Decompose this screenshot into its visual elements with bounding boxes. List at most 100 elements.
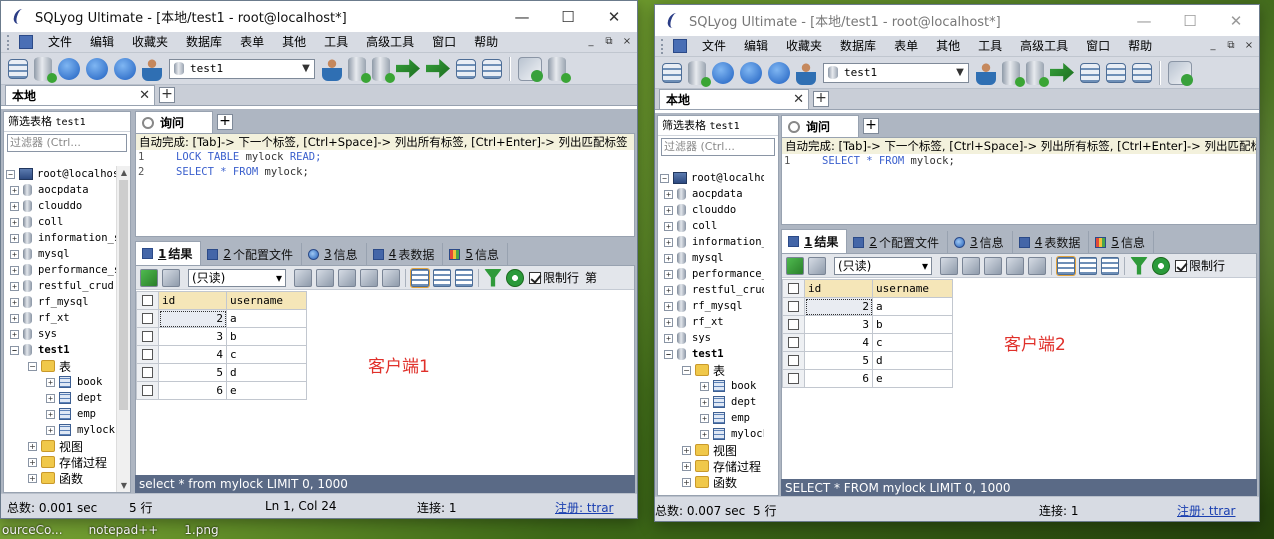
user-icon[interactable]	[322, 56, 342, 81]
expand-icon[interactable]: +	[28, 457, 37, 467]
tree-db[interactable]: + sys	[4, 326, 116, 342]
sql-editor[interactable]: 自动完成: [Tab]-> 下一个标签, [Ctrl+Space]-> 列出所有…	[135, 133, 635, 237]
schema-designer-icon[interactable]	[482, 58, 502, 79]
tree-table[interactable]: + emp	[4, 406, 116, 422]
table-row[interactable]: 4c	[782, 333, 953, 352]
duplicate-row-icon[interactable]	[940, 256, 958, 275]
tree-table[interactable]: + mylock	[4, 422, 116, 438]
row-select[interactable]	[782, 369, 805, 388]
expand-icon[interactable]: +	[664, 189, 673, 199]
tree-db-open[interactable]: − test1	[658, 346, 764, 362]
filter-input[interactable]: 过滤器 (Ctrl...	[661, 138, 775, 156]
tab-info[interactable]: 5 信息	[1089, 231, 1154, 253]
row-checkbox[interactable]	[142, 385, 153, 396]
connection-tab-local[interactable]: 本地 ✕	[5, 85, 155, 105]
expand-icon[interactable]: +	[10, 297, 19, 307]
expand-icon[interactable]: +	[10, 201, 19, 211]
title-bar[interactable]: SQLyog Ultimate - [本地/test1 - root@local…	[655, 5, 1259, 36]
cell-username[interactable]: e	[872, 369, 953, 388]
cell-username[interactable]: e	[226, 381, 307, 400]
collapse-icon[interactable]: −	[10, 345, 19, 355]
table-row[interactable]: 5d	[136, 363, 307, 382]
menu-help[interactable]: 帮助	[1119, 36, 1161, 57]
row-checkbox[interactable]	[788, 355, 799, 366]
expand-icon[interactable]: +	[46, 393, 55, 403]
query-builder-icon[interactable]	[518, 56, 543, 82]
table-row[interactable]: 5d	[782, 351, 953, 370]
export-result-icon[interactable]	[808, 256, 826, 275]
table-row[interactable]: 2a	[782, 297, 953, 316]
add-query-tab-button[interactable]: +	[863, 118, 879, 134]
tree-db[interactable]: + clouddo	[4, 198, 116, 214]
cell-username[interactable]: a	[226, 309, 307, 328]
insert-row-icon[interactable]	[786, 256, 804, 275]
cancel-icon[interactable]	[382, 268, 400, 287]
cell-id[interactable]: 2	[804, 297, 873, 316]
tree-tables-folder[interactable]: − 表	[658, 362, 764, 378]
column-header-id[interactable]: id	[158, 291, 227, 310]
expand-icon[interactable]: +	[46, 425, 55, 435]
table-row[interactable]: 2a	[136, 309, 307, 328]
table-row[interactable]: 6e	[136, 381, 307, 400]
insert-row-icon[interactable]	[140, 268, 158, 287]
user-manager-icon[interactable]	[796, 60, 816, 85]
column-header-username[interactable]: username	[226, 291, 307, 310]
tree-db[interactable]: + mysql	[658, 250, 764, 266]
tab-profile[interactable]: 2 个配置文件	[201, 243, 303, 265]
tree-db[interactable]: + performance_schema	[658, 266, 764, 282]
cell-id[interactable]: 5	[804, 351, 873, 370]
tree-table[interactable]: + dept	[658, 394, 764, 410]
tab-profile[interactable]: 2 个配置文件	[847, 231, 949, 253]
export-result-icon[interactable]	[162, 268, 180, 287]
row-checkbox[interactable]	[788, 301, 799, 312]
form-view-icon[interactable]	[433, 268, 451, 287]
row-select[interactable]	[136, 327, 159, 346]
table-row[interactable]: 4c	[136, 345, 307, 364]
expand-icon[interactable]: +	[28, 473, 37, 483]
menu-advanced-tools[interactable]: 高级工具	[1011, 36, 1077, 57]
taskbar-item-source[interactable]: ourceCo...	[2, 523, 63, 539]
menu-window[interactable]: 窗口	[1077, 36, 1119, 57]
refresh-icon[interactable]	[506, 268, 524, 287]
registration-link[interactable]: 注册: ttrar	[1177, 502, 1236, 519]
menu-edit[interactable]: 编辑	[735, 36, 777, 57]
execute-all-icon[interactable]	[740, 61, 762, 84]
chevron-down-icon[interactable]: ▼	[298, 63, 314, 74]
cell-username[interactable]: d	[226, 363, 307, 382]
menu-file[interactable]: 文件	[693, 36, 735, 57]
expand-icon[interactable]: +	[10, 233, 19, 243]
cell-id[interactable]: 3	[804, 315, 873, 334]
collapse-icon[interactable]: −	[660, 173, 669, 183]
tree-views-folder[interactable]: + 视图	[658, 442, 764, 458]
table-icon[interactable]	[456, 58, 476, 79]
cell-id[interactable]: 2	[158, 309, 227, 328]
menu-database[interactable]: 数据库	[177, 32, 231, 53]
menu-advanced-tools[interactable]: 高级工具	[357, 32, 423, 53]
table-icon[interactable]	[1080, 62, 1100, 83]
copy-icon[interactable]	[962, 256, 980, 275]
tree-db[interactable]: + mysql	[4, 246, 116, 262]
refresh-icon[interactable]	[1152, 256, 1170, 275]
export-icon[interactable]	[426, 58, 450, 79]
database-select[interactable]: test1 ▼	[169, 58, 315, 79]
mdi-minimize-button[interactable]: _	[583, 35, 599, 49]
query-tab[interactable]: 询问	[781, 115, 859, 137]
tree-table[interactable]: + book	[658, 378, 764, 394]
expand-icon[interactable]: +	[10, 281, 19, 291]
query-tab[interactable]: 询问	[135, 111, 213, 133]
close-button[interactable]: ✕	[1213, 5, 1259, 36]
text-view-icon[interactable]	[1101, 256, 1119, 275]
save-icon[interactable]	[984, 256, 1002, 275]
tree-db[interactable]: + sys	[658, 330, 764, 346]
row-checkbox[interactable]	[788, 337, 799, 348]
expand-icon[interactable]: +	[664, 237, 673, 247]
row-select[interactable]	[782, 315, 805, 334]
select-all-checkbox[interactable]	[142, 295, 153, 306]
scrollbar-thumb[interactable]	[119, 180, 128, 410]
filter-input[interactable]: 过滤器 (Ctrl...	[7, 134, 127, 152]
select-all-checkbox[interactable]	[788, 283, 799, 294]
row-select[interactable]	[782, 297, 805, 316]
cell-id[interactable]: 5	[158, 363, 227, 382]
column-header-username[interactable]: username	[872, 279, 953, 298]
new-query-db-icon[interactable]	[688, 60, 711, 87]
